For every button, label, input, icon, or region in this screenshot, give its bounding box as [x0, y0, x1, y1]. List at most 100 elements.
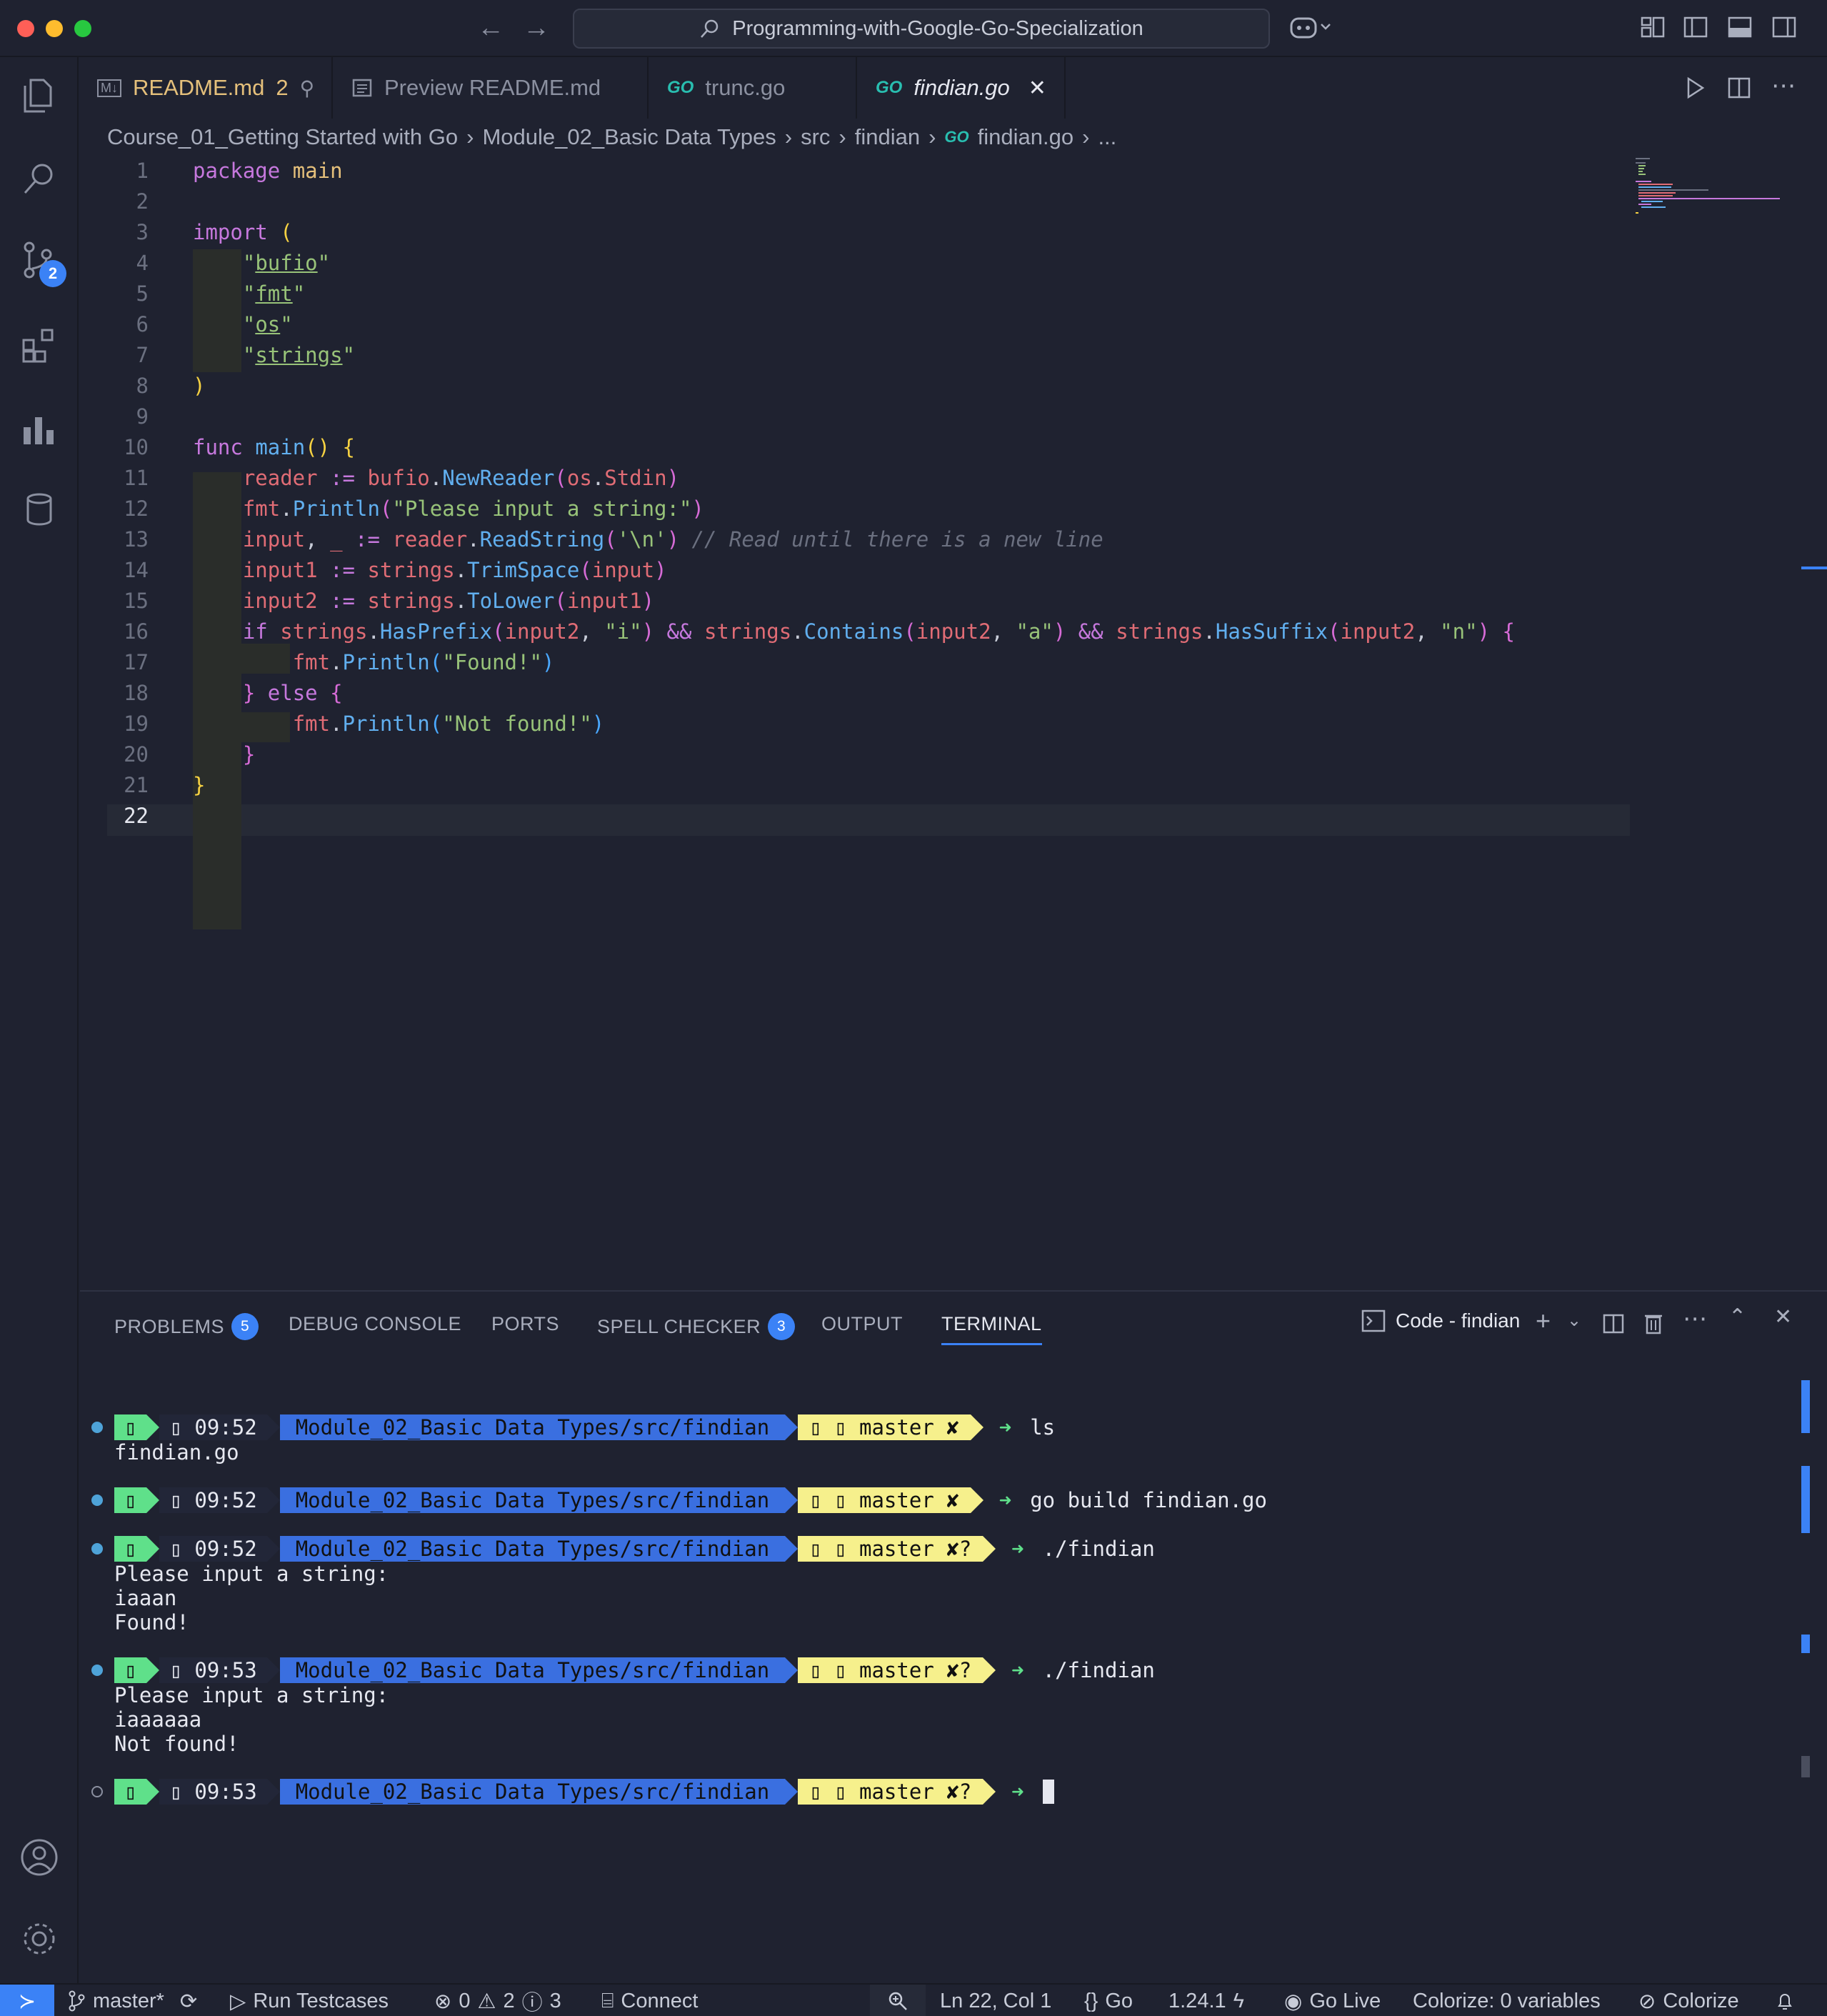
terminal-prompt: ▯ ▯ 09:52 Module_02_Basic Data Types/src…: [114, 1414, 1055, 1440]
git-status: ✘: [946, 1415, 959, 1439]
terminal-name: Code - findian: [1396, 1309, 1521, 1332]
customize-layout-icon[interactable]: [1640, 14, 1666, 40]
prompt-arrow-icon: ➜: [1011, 1537, 1024, 1561]
back-arrow-icon[interactable]: ←: [477, 13, 504, 44]
warning-count: 2: [503, 1989, 515, 2012]
prompt-arrow-icon: ➜: [998, 1415, 1012, 1439]
more-actions-icon[interactable]: ⋯: [1683, 1304, 1707, 1333]
breadcrumb-item[interactable]: Course_01_Getting Started with Go: [107, 124, 458, 150]
account-icon[interactable]: [18, 1836, 61, 1879]
code-editor[interactable]: 1 package main 2 3 import ( 4 "bufio" 5 "f…: [80, 154, 1827, 1290]
problems-indicator[interactable]: ⊗ 0 ⚠ 2 ⓘ 3: [434, 1985, 561, 2016]
tab-label: PORTS: [491, 1313, 560, 1334]
toggle-panel-icon[interactable]: [1727, 14, 1753, 40]
code-line: 7 "strings": [80, 340, 1680, 371]
branch-indicator[interactable]: master* ⟳: [67, 1985, 197, 2016]
go-version-label: 1.24.1: [1168, 1989, 1226, 2012]
go-live-button[interactable]: ◉ Go Live: [1284, 1985, 1381, 2016]
prompt-arrow-icon: ➜: [1011, 1780, 1024, 1804]
split-editor-icon[interactable]: [1727, 76, 1751, 100]
tab-spell-checker[interactable]: SPELL CHECKER 3: [597, 1313, 796, 1340]
close-panel-icon[interactable]: ✕: [1774, 1304, 1792, 1329]
code-line: 14 input1 := strings.TrimSpace(input): [80, 555, 1680, 586]
line-number: 3: [136, 220, 149, 244]
tab-findian-go[interactable]: GO findian.go ✕: [859, 57, 1066, 119]
tab-readme[interactable]: M↓ README.md 2 ⚲: [80, 57, 333, 119]
breadcrumb-item[interactable]: ...: [1098, 124, 1116, 150]
language-mode[interactable]: {} Go: [1084, 1985, 1133, 2016]
tab-preview-readme[interactable]: Preview README.md: [334, 57, 649, 119]
toggle-primary-sidebar-icon[interactable]: [1683, 14, 1708, 40]
editor-tabs: M↓ README.md 2 ⚲ Preview README.md GO tr…: [80, 57, 1827, 119]
tab-debug-console[interactable]: DEBUG CONSOLE: [289, 1313, 461, 1335]
terminal-prompt: ▯ ▯ 09:53 Module_02_Basic Data Types/src…: [114, 1779, 1054, 1805]
line-number: 1: [136, 159, 149, 183]
plus-icon[interactable]: +: [1536, 1306, 1551, 1336]
chart-icon[interactable]: [18, 407, 61, 450]
tab-problems[interactable]: PROBLEMS 5: [114, 1313, 259, 1340]
preview-icon: [352, 79, 372, 97]
command-status-dot: [91, 1786, 103, 1797]
chevron-down-icon[interactable]: ⌄: [1567, 1310, 1581, 1331]
breadcrumb-item[interactable]: src: [801, 124, 830, 150]
terminal-selector[interactable]: Code - findian: [1361, 1309, 1520, 1333]
scm-badge: 2: [39, 260, 66, 287]
trash-icon[interactable]: [1643, 1312, 1664, 1334]
terminal-scroll-marker: [1801, 1466, 1810, 1533]
terminal-command: ls: [1030, 1415, 1056, 1439]
terminal-prompt: ▯ ▯ 09:53 Module_02_Basic Data Types/src…: [114, 1657, 1155, 1683]
zoom-button[interactable]: [870, 1985, 926, 2016]
tab-label: Preview README.md: [384, 75, 601, 100]
split-terminal-icon[interactable]: [1603, 1313, 1624, 1334]
line-number: 12: [124, 496, 149, 521]
remote-indicator[interactable]: ≻: [0, 1985, 54, 2016]
search-icon[interactable]: [18, 157, 61, 200]
connect-button[interactable]: ⌸ Connect: [601, 1985, 698, 2016]
more-actions-icon[interactable]: ⋯: [1771, 71, 1796, 100]
breadcrumb-item[interactable]: findian.go: [978, 124, 1073, 150]
code-line: 13 input, _ := reader.ReadString('\n') /…: [80, 524, 1680, 555]
zoom-window-button[interactable]: [74, 20, 91, 37]
command-center-search[interactable]: Programming-with-Google-Go-Specializatio…: [573, 9, 1270, 49]
cursor-position[interactable]: Ln 22, Col 1: [940, 1985, 1051, 2016]
terminal-output: iaaan: [114, 1586, 177, 1610]
toggle-secondary-sidebar-icon[interactable]: [1771, 14, 1797, 40]
colorize-button[interactable]: ⊘ Colorize: [1638, 1985, 1739, 2016]
tab-terminal[interactable]: TERMINAL: [941, 1313, 1042, 1345]
run-testcases-button[interactable]: ▷ Run Testcases: [230, 1985, 389, 2016]
extensions-icon[interactable]: [18, 324, 61, 367]
database-icon[interactable]: [18, 489, 61, 532]
breadcrumb-item[interactable]: findian: [855, 124, 920, 150]
code-line: 10 func main() {: [80, 432, 1680, 463]
pin-icon[interactable]: ⚲: [300, 76, 315, 100]
source-control-button[interactable]: 2: [18, 239, 66, 289]
tab-output[interactable]: OUTPUT: [821, 1313, 903, 1335]
tab-trunc-go[interactable]: GO trunc.go: [650, 57, 857, 119]
terminal-output: Please input a string:: [114, 1683, 389, 1707]
minimize-window-button[interactable]: [46, 20, 63, 37]
notifications-bell-icon[interactable]: [1774, 1985, 1796, 2016]
colorize-variables[interactable]: Colorize: 0 variables: [1413, 1985, 1601, 2016]
chevron-right-icon: ›: [839, 124, 846, 149]
tab-ports[interactable]: PORTS: [491, 1313, 559, 1335]
terminal[interactable]: ▯ ▯ 09:52 Module_02_Basic Data Types/src…: [80, 1363, 1810, 1977]
minimap[interactable]: [1630, 154, 1801, 240]
chevron-right-icon: ›: [466, 124, 474, 149]
go-version[interactable]: 1.24.1 ϟ: [1168, 1985, 1244, 2016]
code-line: 9: [80, 401, 1680, 432]
breadcrumb-item[interactable]: Module_02_Basic Data Types: [482, 124, 776, 150]
close-window-button[interactable]: [17, 20, 34, 37]
gear-icon[interactable]: [18, 1917, 61, 1960]
maximize-panel-icon[interactable]: ⌃: [1728, 1304, 1746, 1329]
copilot-icon[interactable]: [1290, 14, 1333, 40]
code-line: 6 "os": [80, 309, 1680, 340]
sync-icon[interactable]: ⟳: [180, 1989, 197, 2014]
close-icon[interactable]: ✕: [1028, 76, 1046, 101]
forward-arrow-icon[interactable]: →: [523, 13, 550, 44]
line-number: 11: [124, 466, 149, 490]
braces-icon: {}: [1084, 1989, 1098, 2012]
explorer-icon[interactable]: [18, 74, 61, 117]
line-number: 19: [124, 712, 149, 736]
database-icon: ⌸: [601, 1989, 614, 2012]
run-icon[interactable]: [1683, 76, 1707, 100]
